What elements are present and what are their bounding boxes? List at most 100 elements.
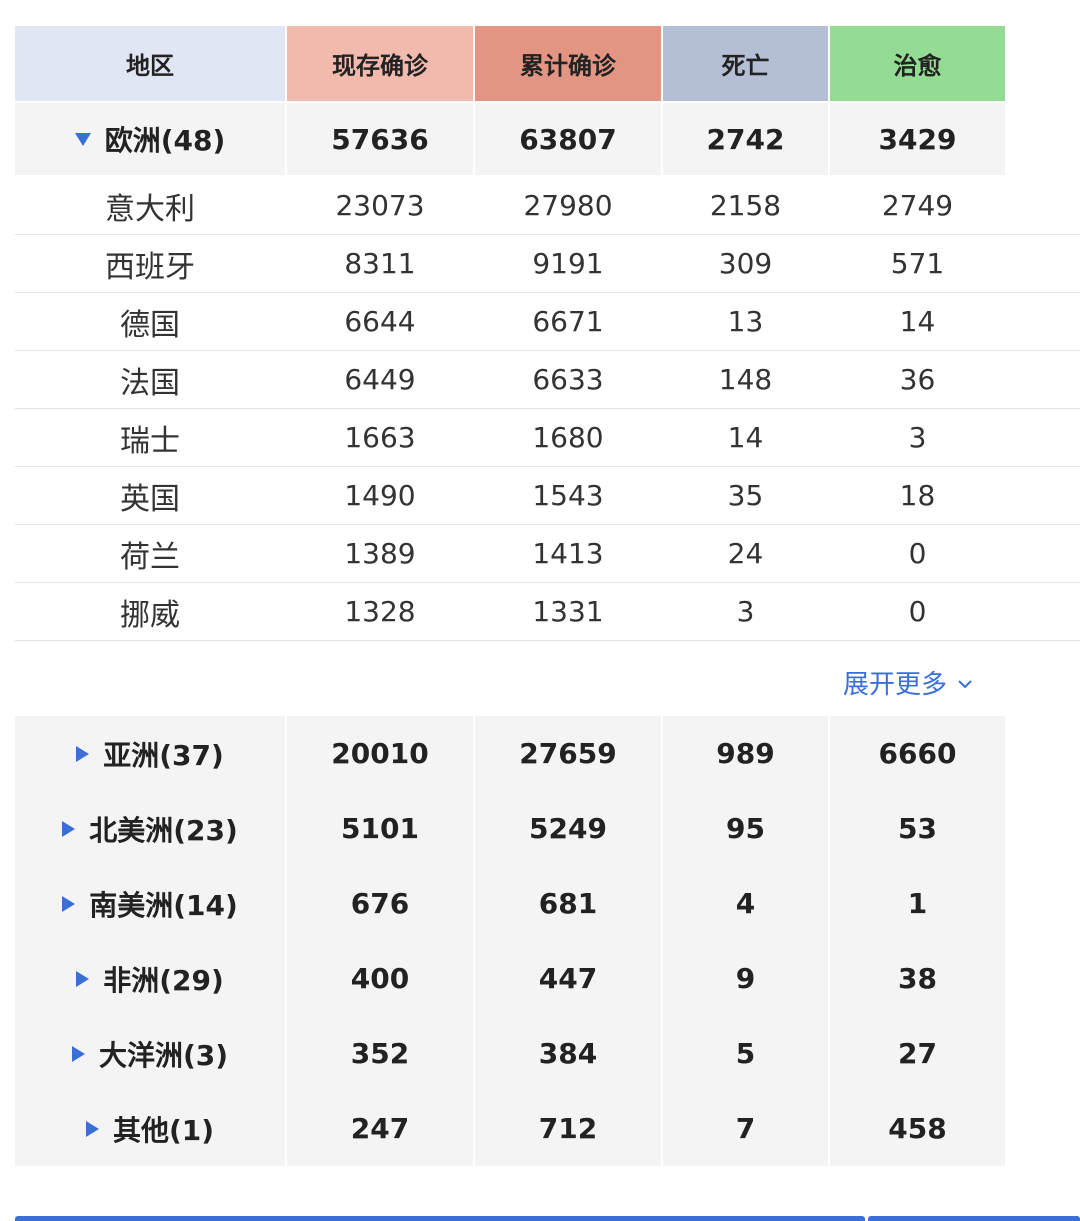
continent-total: 384 [475, 1016, 661, 1091]
continent-deaths: 5 [663, 1016, 828, 1091]
row-spacer [1007, 1016, 1079, 1091]
header-healed[interactable]: 治愈 [830, 26, 1005, 101]
table-row: 挪威 1328 1331 3 0 [15, 583, 1080, 641]
country-name: 意大利 [105, 191, 195, 227]
continent-row[interactable]: 亚洲(37) 20010 27659 989 6660 [15, 716, 1080, 791]
country-deaths: 14 [727, 421, 764, 454]
row-spacer [1007, 716, 1079, 791]
caret-right-icon [62, 895, 76, 912]
bottom-tab-bar [15, 1216, 865, 1221]
continent-row[interactable]: 南美洲(14) 676 681 4 1 [15, 866, 1080, 941]
row-spacer [1007, 293, 1079, 350]
country-total: 6633 [532, 363, 604, 396]
continent-deaths: 4 [663, 866, 828, 941]
continent-deaths: 989 [663, 716, 828, 791]
continent-name: 欧洲(48) [104, 124, 226, 157]
row-spacer [1007, 351, 1079, 408]
table-row: 德国 6644 6671 13 14 [15, 293, 1080, 351]
continent-deaths: 7 [663, 1091, 828, 1166]
continent-healed: 1 [830, 866, 1005, 941]
country-name: 瑞士 [120, 423, 180, 459]
continent-name-cell[interactable]: 其他(1) [15, 1091, 285, 1166]
country-deaths: 148 [718, 363, 773, 396]
continent-toggle[interactable]: 非洲(29) [76, 959, 224, 999]
continent-toggle[interactable]: 欧洲(48) [74, 119, 226, 159]
continent-row-europe[interactable]: 欧洲(48) 57636 63807 2742 3429 [15, 103, 1079, 175]
continent-toggle[interactable]: 亚洲(37) [76, 734, 224, 774]
continent-healed: 53 [830, 791, 1005, 866]
continent-current: 247 [287, 1091, 473, 1166]
country-deaths: 13 [727, 305, 764, 338]
continent-name-cell[interactable]: 欧洲(48) [15, 103, 285, 175]
continent-total: 447 [475, 941, 661, 1016]
table-row: 瑞士 1663 1680 14 3 [15, 409, 1080, 467]
country-current: 1328 [344, 595, 416, 628]
caret-down-icon [74, 132, 91, 146]
continent-name-cell[interactable]: 南美洲(14) [15, 866, 285, 941]
header-deaths[interactable]: 死亡 [663, 26, 828, 101]
header-total-confirmed[interactable]: 累计确诊 [475, 26, 661, 101]
country-healed: 14 [899, 305, 936, 338]
continent-list: 亚洲(37) 20010 27659 989 6660 北美洲(23) 5101… [15, 716, 1080, 1166]
country-healed: 18 [899, 479, 936, 512]
table-row: 意大利 23073 27980 2158 2749 [15, 177, 1080, 235]
continent-name: 非洲(29) [103, 963, 224, 997]
continent-current: 5101 [287, 791, 473, 866]
row-spacer [1007, 1091, 1079, 1166]
expand-more-link[interactable]: 展开更多 [843, 664, 973, 701]
caret-right-icon [62, 820, 76, 837]
table-header: 地区 现存确诊 累计确诊 死亡 治愈 [15, 26, 1079, 101]
continent-deaths: 95 [663, 791, 828, 866]
country-total: 1680 [532, 421, 604, 454]
caret-right-icon [85, 1120, 99, 1137]
country-list: 意大利 23073 27980 2158 2749 西班牙 8311 9191 … [15, 177, 1080, 641]
continent-total: 712 [475, 1091, 661, 1166]
continent-row[interactable]: 其他(1) 247 712 7 458 [15, 1091, 1080, 1166]
continent-deaths: 2742 [663, 103, 828, 175]
country-total: 1331 [532, 595, 604, 628]
row-spacer [1007, 177, 1079, 234]
continent-name-cell[interactable]: 非洲(29) [15, 941, 285, 1016]
country-deaths: 3 [736, 595, 755, 628]
caret-right-icon [76, 745, 90, 762]
continent-toggle[interactable]: 北美洲(23) [62, 809, 238, 849]
row-spacer [1007, 235, 1079, 292]
continent-row[interactable]: 大洋洲(3) 352 384 5 27 [15, 1016, 1080, 1091]
country-current: 1389 [344, 537, 416, 570]
continent-name-cell[interactable]: 大洋洲(3) [15, 1016, 285, 1091]
continent-toggle[interactable]: 大洋洲(3) [71, 1034, 228, 1074]
continent-name-cell[interactable]: 北美洲(23) [15, 791, 285, 866]
continent-total: 5249 [475, 791, 661, 866]
table-row: 英国 1490 1543 35 18 [15, 467, 1080, 525]
row-spacer [1007, 583, 1079, 640]
continent-name-cell[interactable]: 亚洲(37) [15, 716, 285, 791]
country-deaths: 2158 [709, 189, 782, 222]
continent-healed: 3429 [830, 103, 1005, 175]
caret-right-icon [71, 1045, 85, 1062]
continent-total: 63807 [475, 103, 661, 175]
row-spacer [1007, 103, 1079, 175]
country-current: 6449 [344, 363, 416, 396]
continent-toggle[interactable]: 其他(1) [85, 1109, 215, 1149]
country-name: 法国 [120, 365, 180, 401]
continent-deaths: 9 [663, 941, 828, 1016]
continent-row[interactable]: 北美洲(23) 5101 5249 95 53 [15, 791, 1080, 866]
row-spacer [1007, 409, 1079, 466]
continent-current: 20010 [287, 716, 473, 791]
continent-healed: 38 [830, 941, 1005, 1016]
country-name: 西班牙 [105, 249, 195, 285]
country-name: 挪威 [120, 597, 180, 633]
header-current-confirmed[interactable]: 现存确诊 [287, 26, 473, 101]
continent-total: 27659 [475, 716, 661, 791]
chevron-down-icon [957, 673, 973, 694]
country-healed: 0 [908, 537, 927, 570]
continent-row[interactable]: 非洲(29) 400 447 9 38 [15, 941, 1080, 1016]
continent-name: 其他(1) [112, 1113, 215, 1147]
continent-toggle[interactable]: 南美洲(14) [62, 884, 238, 924]
continent-name: 亚洲(37) [103, 738, 224, 772]
header-region[interactable]: 地区 [15, 26, 285, 101]
continent-current: 400 [287, 941, 473, 1016]
country-current: 1490 [344, 479, 416, 512]
continent-healed: 27 [830, 1016, 1005, 1091]
country-current: 6644 [344, 305, 416, 338]
